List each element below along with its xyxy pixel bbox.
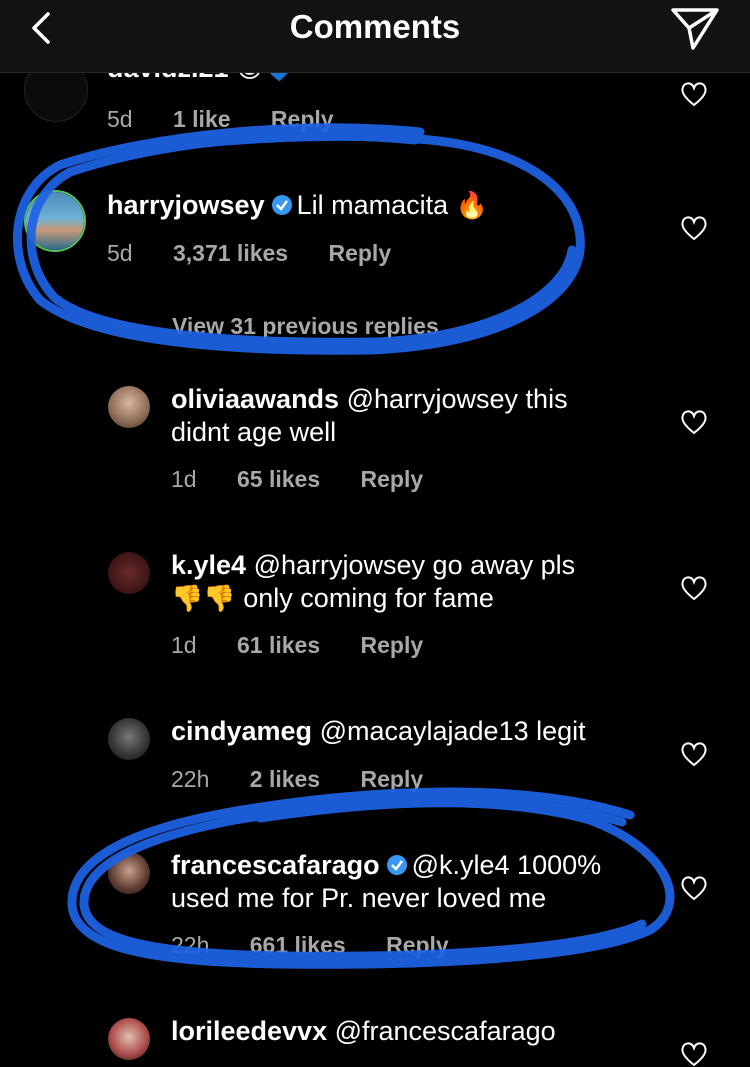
- divider: [108, 325, 152, 327]
- comment-age: 5d: [107, 240, 133, 266]
- comment-username[interactable]: cindyameg: [171, 716, 312, 746]
- comment-age: 22h: [171, 766, 210, 792]
- comment-text: @harryjowsey go away pls: [253, 550, 576, 580]
- reply-button[interactable]: Reply: [386, 932, 449, 958]
- reply-button[interactable]: Reply: [271, 106, 334, 132]
- reply-button[interactable]: Reply: [361, 466, 424, 492]
- comment-meta: 22h 661 likes Reply: [171, 932, 483, 959]
- comment-meta: 22h 2 likes Reply: [171, 766, 457, 793]
- header-bar: Comments: [0, 0, 750, 73]
- heart-outline-icon[interactable]: [680, 409, 708, 435]
- likes-count[interactable]: 1 like: [173, 106, 231, 132]
- comment-text-continued: only coming for fame: [243, 583, 494, 613]
- heart-outline-icon[interactable]: [680, 741, 708, 767]
- share-button[interactable]: [668, 4, 722, 52]
- likes-count[interactable]: 3,371 likes: [173, 240, 288, 266]
- likes-count[interactable]: 65 likes: [237, 466, 320, 492]
- comment-username[interactable]: k.yle4: [171, 550, 246, 580]
- comment-text: @macaylajade13 legit: [319, 716, 586, 746]
- avatar[interactable]: [24, 190, 86, 252]
- comment-text: Lil mamacita: [296, 190, 449, 220]
- avatar[interactable]: [108, 552, 150, 594]
- comment-username[interactable]: oliviaawands: [171, 384, 339, 414]
- emoji: 👎👎: [171, 584, 236, 614]
- comment-username[interactable]: harryjowsey: [107, 190, 265, 220]
- comment-meta: 1d 65 likes Reply: [171, 466, 457, 493]
- paper-plane-icon: [671, 8, 719, 50]
- heart-outline-icon[interactable]: [680, 215, 708, 241]
- heart-outline-icon[interactable]: [680, 575, 708, 601]
- comment-meta: 5d 1 like Reply: [107, 106, 368, 133]
- heart-outline-icon[interactable]: [680, 81, 708, 107]
- avatar[interactable]: [108, 718, 150, 760]
- comment-age: 22h: [171, 932, 210, 958]
- avatar[interactable]: [108, 852, 150, 894]
- verified-badge-icon: [386, 855, 407, 875]
- view-replies-label: View 31 previous replies: [172, 312, 439, 339]
- comment-age: 5d: [107, 106, 133, 132]
- page-title: Comments: [289, 8, 461, 45]
- comment-age: 1d: [171, 466, 197, 492]
- heart-outline-icon[interactable]: [680, 1041, 708, 1067]
- reply-button[interactable]: Reply: [361, 766, 424, 792]
- comment-text: @francescafarago: [334, 1016, 556, 1046]
- likes-count[interactable]: 2 likes: [250, 766, 320, 792]
- comment-meta: 5d 3,371 likes Reply: [107, 240, 425, 267]
- comment-age: 1d: [171, 632, 197, 658]
- reply-button[interactable]: Reply: [361, 632, 424, 658]
- likes-count[interactable]: 661 likes: [250, 932, 346, 958]
- avatar[interactable]: [108, 1018, 150, 1060]
- heart-outline-icon[interactable]: [680, 875, 708, 901]
- emoji: 🔥: [455, 191, 489, 221]
- comment-username[interactable]: lorileedevvx: [171, 1016, 327, 1046]
- view-previous-replies[interactable]: View 31 previous replies: [108, 310, 439, 342]
- avatar[interactable]: [108, 386, 150, 428]
- comment-username[interactable]: francescafarago: [171, 850, 380, 880]
- verified-badge-icon: [271, 195, 292, 215]
- likes-count[interactable]: 61 likes: [237, 632, 320, 658]
- comment-meta: 1d 61 likes Reply: [171, 632, 457, 659]
- reply-button[interactable]: Reply: [328, 240, 391, 266]
